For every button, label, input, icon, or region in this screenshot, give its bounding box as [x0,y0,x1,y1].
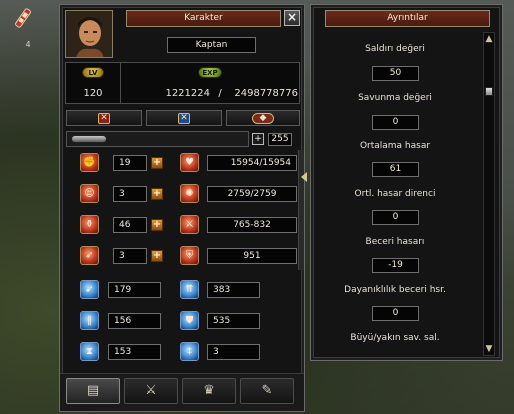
stats-scrollbar[interactable] [298,150,304,270]
emote-icon: ♛ [203,383,215,398]
vitality-icon: ☺ [80,184,99,203]
stat-points-value: 255 [268,133,292,146]
stat-points-slider[interactable] [71,135,107,143]
magic-defense-value: 535 [207,313,260,329]
move-speed-value: 383 [207,282,260,298]
magic-attack-icon: ‖ [80,311,99,330]
crossed-blue-icon: ✕ [178,113,190,124]
damage-resistance-label: Ortl. hasar direnci [354,189,436,199]
evasion-value: 3 [207,344,260,360]
emblem-icon: ◆ [252,113,274,124]
magic-defense-icon: ⛊ [180,311,199,330]
expand-arrow-icon[interactable] [301,172,307,182]
scrollbar-thumb[interactable] [485,87,493,96]
vitality-plus-button[interactable]: + [151,188,163,200]
level-value: 120 [83,88,103,99]
dexterity-plus-button[interactable]: + [151,250,163,262]
attack-rating-value: 50 [372,66,419,81]
skill-damage-value: -19 [372,258,419,273]
attack-icon: ⚔ [180,215,199,234]
exp-separator: / [218,88,222,99]
move-speed-icon: ⇈ [180,280,199,299]
character-name: Kaptan [167,37,256,53]
intelligence-icon: ⚱ [80,215,99,234]
exp-badge-icon: EXP [198,67,222,78]
evasion-icon: ‡ [180,342,199,361]
scroll-down-icon[interactable]: ▼ [484,344,494,354]
dexterity-value: 3 [113,248,147,264]
details-scrollbar[interactable] [483,32,495,356]
attack-speed-icon: ➹ [80,280,99,299]
character-portrait [65,10,113,58]
strength-plus-button[interactable]: + [151,157,163,169]
tab-skills[interactable]: ⚔ [124,378,178,404]
melee-magic-attack-label: Büyü/yakın sav. sal. [350,333,440,343]
hp-icon: ♥ [180,153,199,172]
cast-speed-value: 153 [108,344,161,360]
tab-quests[interactable]: ✎ [240,378,294,404]
stat-points-plus-button[interactable]: + [252,133,264,145]
details-window-title: Ayrıntılar [325,10,490,27]
scroll-up-icon[interactable]: ▲ [484,34,494,44]
divider [120,63,121,103]
intelligence-value: 46 [113,217,147,233]
defense-rating-value: 0 [372,115,419,130]
strength-icon: ✊ [80,153,99,172]
defense-mode-button[interactable]: ✕ [146,110,222,126]
level-badge-icon: LV [82,67,104,78]
character-window-title: Karakter [126,10,281,27]
defense-icon: ⛨ [180,246,199,265]
attack-rating-label: Saldırı değeri [365,44,425,54]
exp-current: 1221224 [165,88,210,99]
average-damage-value: 61 [372,162,419,177]
hp-value: 15954/15954 [207,155,297,171]
strength-value: 19 [113,155,147,171]
average-damage-label: Ortalama hasar [359,141,431,151]
mp-icon: ✺ [180,184,199,203]
defense-rating-label: Savunma değeri [358,93,432,103]
damage-resistance-value: 0 [372,210,419,225]
tab-character[interactable]: ▤ [66,378,120,404]
exp-max: 2498778776 [234,88,298,99]
dexterity-icon: ➶ [80,246,99,265]
skill-resistance-value: 0 [372,306,419,321]
tab-emotions[interactable]: ♛ [182,378,236,404]
attack-mode-button[interactable]: ✕ [66,110,142,126]
attack-value: 765-832 [207,217,297,233]
quest-icon: ✎ [261,383,273,398]
vitality-value: 3 [113,186,147,202]
crossed-swords-icon: ✕ [98,113,110,124]
skill-resistance-label: Dayanıklılık beceri hsr. [344,285,446,295]
attack-speed-value: 179 [108,282,161,298]
skill-slot-icon[interactable] [12,6,34,34]
mp-value: 2759/2759 [207,186,297,202]
skill-damage-label: Beceri hasarı [365,237,425,247]
magic-attack-value: 156 [108,313,161,329]
character-sheet-icon: ▤ [86,383,100,398]
defense-value: 951 [207,248,297,264]
skill-slot-count: 4 [25,40,31,49]
sword-icon: ⚔ [145,383,157,398]
intelligence-plus-button[interactable]: + [151,219,163,231]
close-icon[interactable]: × [284,10,300,26]
emblem-mode-button[interactable]: ◆ [226,110,300,126]
cast-speed-icon: ⧗ [80,342,99,361]
